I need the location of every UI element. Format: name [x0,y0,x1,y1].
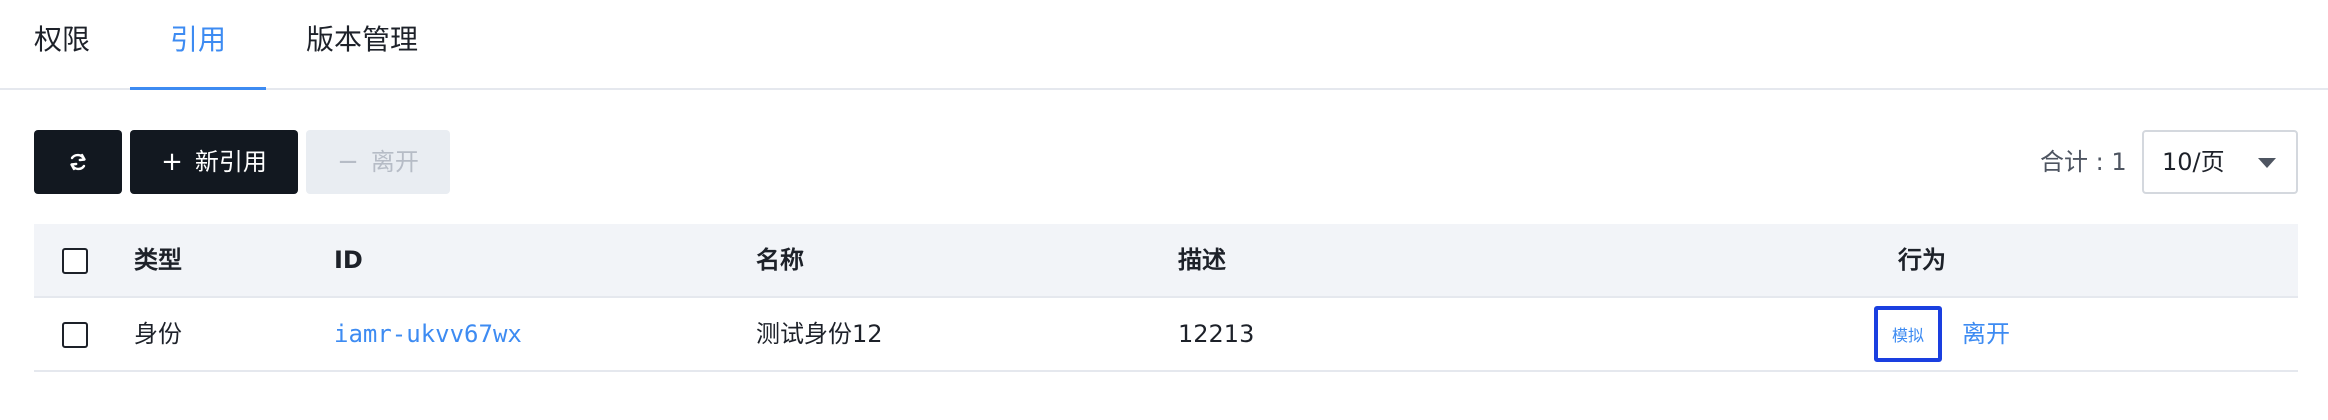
chevron-down-icon [2258,158,2276,168]
leave-button: − 离开 [306,130,450,194]
tab-version-management[interactable]: 版本管理 [306,0,418,90]
plus-icon: + [161,147,183,177]
row-description: 12213 [1178,320,1255,348]
minus-icon: − [337,147,359,177]
header-description: 描述 [1178,246,1226,274]
active-tab-indicator [130,87,266,90]
header-type: 类型 [134,246,182,274]
header-id: ID [334,246,363,274]
total-count: 合计 : 1 [2040,148,2127,176]
header-action: 行为 [1898,246,1946,274]
new-reference-label: 新引用 [194,148,267,176]
row-name: 测试身份12 [756,320,883,348]
table-row: 身份 iamr-ukvv67wx 测试身份12 12213 模拟 离开 [34,298,2298,372]
tab-permissions[interactable]: 权限 [34,0,90,90]
table-header: 类型 ID 名称 描述 行为 [34,224,2298,298]
simulate-action-link[interactable]: 模拟 [1874,306,1943,362]
refresh-icon [70,153,86,171]
refresh-button[interactable] [34,130,122,194]
leave-label: 离开 [370,148,419,176]
row-id-link[interactable]: iamr-ukvv67wx [334,298,522,370]
row-checkbox[interactable] [62,322,88,348]
references-table: 类型 ID 名称 描述 行为 身份 iamr-ukvv67wx 测试身份12 1… [34,224,2298,372]
row-type: 身份 [134,320,182,348]
page-size-select[interactable]: 10/页 [2142,130,2298,194]
select-all-checkbox[interactable] [62,248,88,274]
tab-bar: 权限 引用 版本管理 [0,0,2328,90]
header-name: 名称 [756,246,804,274]
leave-action-link[interactable]: 离开 [1962,298,2010,370]
page-size-value: 10/页 [2162,148,2225,176]
new-reference-button[interactable]: + 新引用 [130,130,298,194]
tab-references[interactable]: 引用 [170,0,226,90]
